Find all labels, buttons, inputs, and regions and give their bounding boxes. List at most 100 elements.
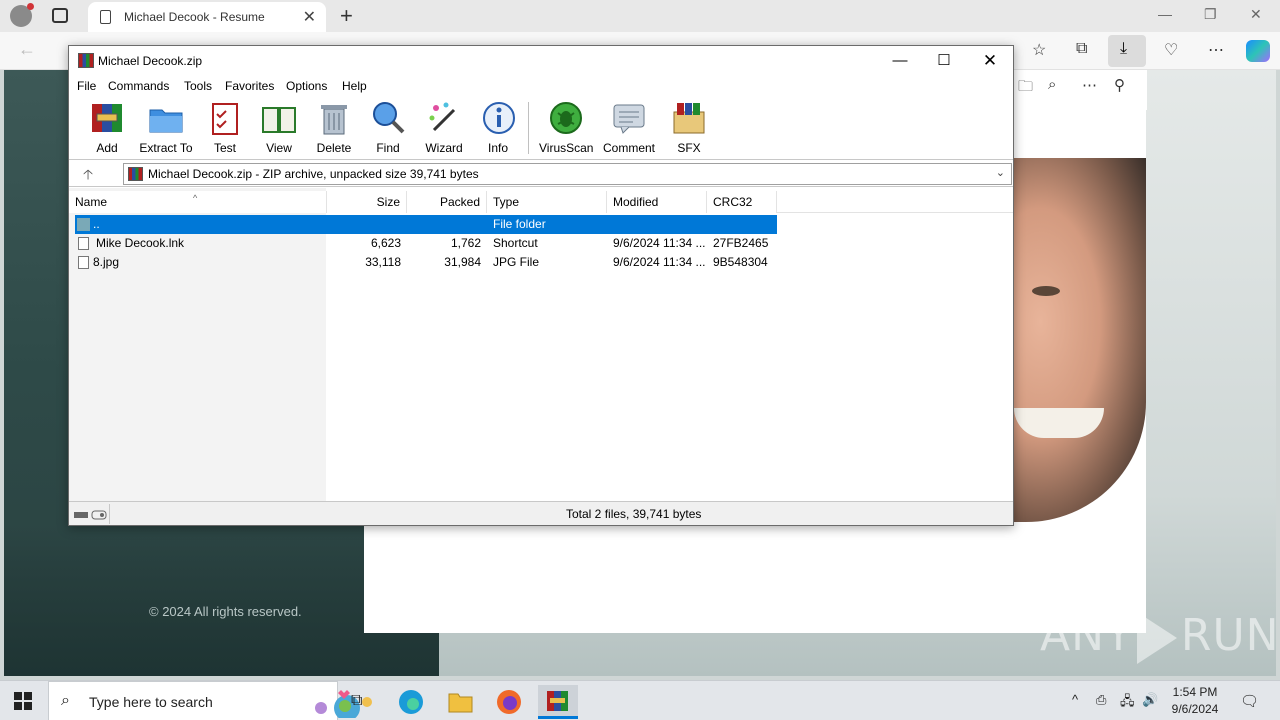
menu-favorites[interactable]: Favorites	[225, 79, 274, 93]
extract-folder-icon	[148, 100, 184, 136]
network-icon[interactable]: 🖧	[1120, 692, 1135, 714]
photo-smile	[1014, 408, 1104, 438]
extract-to-button[interactable]: Extract To	[139, 100, 193, 156]
add-button[interactable]: Add	[87, 100, 127, 156]
more-menu-icon[interactable]: ⋯	[1208, 40, 1224, 60]
sort-ascending-icon: ^	[193, 193, 198, 203]
download-arrow-icon: ⤓	[1120, 40, 1128, 57]
back-arrow-icon[interactable]: ←	[18, 39, 36, 60]
winrar-toolbar: Add Extract To Test View Delete Find Wiz…	[69, 96, 1013, 160]
side-toolbar: 🗀 ⌕ ⋯ ⚲	[1014, 70, 1147, 110]
view-button[interactable]: View	[257, 100, 301, 156]
taskbar: ⌕ Type here to search ⧉ ^ ⎙ 🖧 🔊 1:54 PM …	[0, 680, 1280, 720]
menu-file[interactable]: File	[77, 79, 96, 93]
menu-commands[interactable]: Commands	[108, 79, 169, 93]
taskbar-search-box[interactable]: ⌕ Type here to search	[48, 681, 372, 720]
device-icon[interactable]: ⎙	[1096, 692, 1106, 708]
up-arrow-icon[interactable]: 🡡	[83, 164, 93, 188]
workspaces-icon[interactable]	[52, 8, 68, 23]
copyright-text: © 2024 All rights reserved.	[149, 604, 302, 619]
test-button[interactable]: Test	[207, 100, 243, 156]
column-name[interactable]: Name ^	[69, 191, 327, 213]
taskbar-clock[interactable]: 1:54 PM 9/6/2024	[1160, 684, 1230, 718]
archive-path-field[interactable]: Michael Decook.zip - ZIP archive, unpack…	[123, 163, 1012, 185]
sfx-button[interactable]: SFX	[667, 100, 711, 156]
winrar-menubar: File Commands Tools Favorites Options He…	[69, 76, 1013, 96]
winrar-titlebar[interactable]: Michael Decook.zip — ☐ ✕	[69, 46, 1013, 76]
show-hidden-icons-chevron[interactable]: ^	[1072, 692, 1078, 707]
winrar-maximize-button[interactable]: ☐	[921, 50, 967, 72]
column-crc32[interactable]: CRC32	[707, 191, 777, 213]
menu-options[interactable]: Options	[286, 79, 327, 93]
chevron-down-icon[interactable]: ⌄	[996, 166, 1005, 179]
explorer-taskbar-app[interactable]	[440, 685, 480, 719]
winrar-app-icon	[78, 53, 94, 68]
status-text: Total 2 files, 39,741 bytes	[566, 507, 702, 521]
winrar-title: Michael Decook.zip	[98, 54, 203, 68]
view-book-icon	[261, 100, 297, 136]
new-tab-button[interactable]: +	[340, 3, 353, 29]
profile-photo	[1014, 158, 1146, 522]
browser-minimize-button[interactable]: —	[1158, 6, 1172, 22]
menu-help[interactable]: Help	[342, 79, 367, 93]
column-size[interactable]: Size	[327, 191, 407, 213]
browser-essentials-icon[interactable]: ♡	[1164, 40, 1178, 60]
virus-bug-icon	[548, 100, 584, 136]
edge-taskbar-app[interactable]	[391, 685, 431, 719]
column-modified[interactable]: Modified	[607, 191, 707, 213]
wizard-button[interactable]: Wizard	[423, 100, 465, 156]
file-row-parent[interactable]: .. File folder	[75, 215, 777, 234]
notifications-icon[interactable]: 🗨	[1240, 692, 1259, 710]
folder-icon[interactable]: 🗀	[1018, 76, 1033, 101]
volume-icon[interactable]: 🔊	[1142, 692, 1158, 708]
comment-button[interactable]: Comment	[601, 100, 657, 156]
winrar-statusbar: Total 2 files, 39,741 bytes	[69, 501, 1013, 525]
winrar-address-bar: 🡡 Michael Decook.zip - ZIP archive, unpa…	[69, 161, 1013, 187]
trash-bin-icon	[316, 100, 352, 136]
favorites-star-icon[interactable]: ☆	[1032, 40, 1046, 60]
windows-start-icon[interactable]	[14, 692, 32, 710]
virusscan-button[interactable]: VirusScan	[539, 100, 593, 156]
winrar-minimize-button[interactable]: —	[877, 50, 923, 72]
info-button[interactable]: Info	[481, 100, 515, 156]
search-highlight-icon	[315, 690, 372, 718]
browser-close-button[interactable]: ✕	[1250, 6, 1262, 23]
firefox-taskbar-app[interactable]	[489, 685, 529, 719]
file-list-header: Name ^ Size Packed Type Modified CRC32	[69, 191, 1013, 213]
magnifier-icon	[370, 100, 406, 136]
winrar-window: Michael Decook.zip — ☐ ✕ File Commands T…	[68, 45, 1014, 526]
file-row-lnk[interactable]: Mike Decook.lnk 6,623 1,762 Shortcut 9/6…	[75, 234, 777, 253]
search-icon[interactable]: ⌕	[1048, 76, 1056, 93]
column-type[interactable]: Type	[487, 191, 607, 213]
tab-close-icon[interactable]: ✕	[303, 7, 316, 27]
photo-eye	[1032, 286, 1060, 296]
find-button[interactable]: Find	[369, 100, 407, 156]
file-explorer-icon	[448, 693, 473, 713]
archive-path-text: Michael Decook.zip - ZIP archive, unpack…	[148, 167, 479, 181]
more-icon[interactable]: ⋯	[1082, 76, 1097, 94]
winrar-close-button[interactable]: ✕	[967, 50, 1013, 72]
pin-icon[interactable]: ⚲	[1114, 76, 1125, 94]
browser-tab[interactable]: Michael Decook - Resume ✕	[88, 2, 326, 32]
task-view-icon[interactable]: ⧉	[351, 692, 362, 710]
winrar-taskbar-app[interactable]	[538, 685, 578, 719]
info-icon	[481, 100, 517, 136]
copilot-icon[interactable]	[1246, 40, 1270, 62]
tab-title: Michael Decook - Resume	[124, 10, 265, 24]
profile-avatar[interactable]	[10, 3, 34, 27]
toolbar-separator	[528, 102, 529, 154]
menu-tools[interactable]: Tools	[184, 79, 212, 93]
downloads-button[interactable]: ⤓	[1108, 35, 1146, 67]
column-packed[interactable]: Packed	[407, 191, 487, 213]
folder-up-icon	[77, 218, 90, 231]
delete-button[interactable]: Delete	[315, 100, 353, 156]
collections-icon[interactable]: ⧉	[1076, 40, 1087, 58]
file-list: Name ^ Size Packed Type Modified CRC32 .…	[69, 188, 1013, 501]
comment-bubble-icon	[611, 100, 647, 136]
sfx-box-icon	[671, 100, 707, 136]
browser-tab-bar: Michael Decook - Resume ✕ + — ❐ ✕	[0, 0, 1280, 32]
browser-restore-button[interactable]: ❐	[1204, 6, 1217, 23]
play-icon	[1136, 612, 1177, 664]
file-row-jpg[interactable]: 8.jpg 33,118 31,984 JPG File 9/6/2024 11…	[75, 253, 777, 272]
clock-date: 9/6/2024	[1171, 702, 1219, 716]
